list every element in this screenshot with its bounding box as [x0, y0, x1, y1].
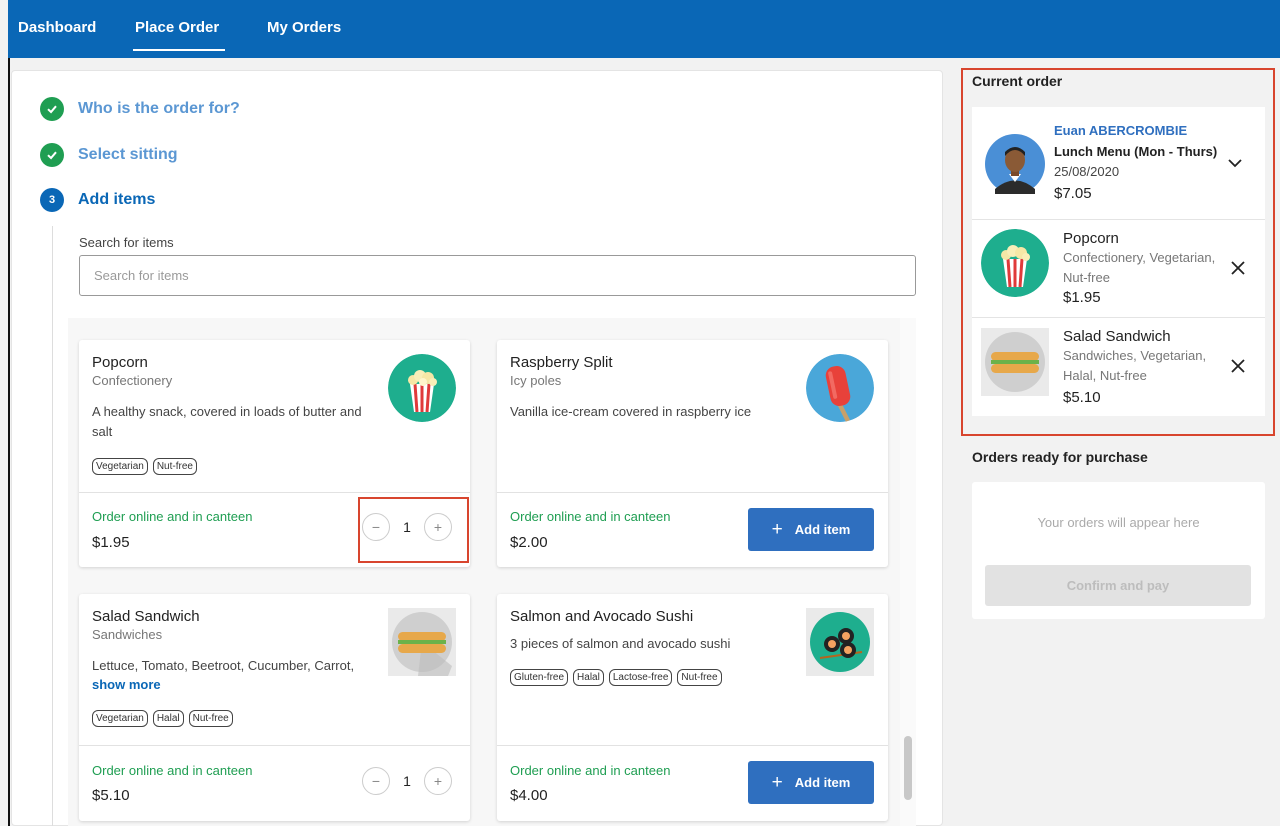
close-icon[interactable]: [1231, 359, 1245, 373]
order-item: Salad Sandwich Sandwiches, Vegetarian, H…: [972, 318, 1265, 416]
step-who[interactable]: Who is the order for?: [40, 97, 240, 121]
item-price: $1.95: [92, 534, 130, 551]
diet-tags: Vegetarian Halal Nut-free: [92, 710, 233, 727]
step-label: Who is the order for?: [78, 100, 240, 117]
chevron-down-icon[interactable]: [1227, 155, 1243, 171]
item-card-sushi: Salmon and Avocado Sushi 3 pieces of sal…: [497, 594, 888, 821]
order-item-name: Popcorn: [1063, 230, 1119, 247]
order-summary[interactable]: Euan ABERCROMBIE Lunch Menu (Mon - Thurs…: [972, 107, 1265, 220]
avatar: [985, 134, 1045, 194]
item-price: $4.00: [510, 787, 548, 804]
window-edge: [8, 58, 10, 826]
order-item: Popcorn Confectionery, Vegetarian, Nut-f…: [972, 220, 1265, 318]
add-item-button[interactable]: + Add item: [748, 761, 874, 804]
current-order-title: Current order: [972, 73, 1063, 89]
stepper-highlight: [358, 497, 469, 563]
scrollbar-thumb[interactable]: [904, 736, 912, 800]
add-item-label: Add item: [794, 522, 851, 537]
step-label: Select sitting: [78, 146, 178, 163]
item-category: Icy poles: [510, 373, 562, 388]
popcorn-icon: [388, 354, 456, 422]
item-name: Popcorn: [92, 354, 148, 371]
sandwich-icon: [388, 608, 456, 676]
tag-halal: Halal: [152, 710, 184, 727]
item-name: Salad Sandwich: [92, 608, 200, 625]
menu-name: Lunch Menu (Mon - Thurs): [1054, 144, 1218, 159]
tag-nut-free: Nut-free: [152, 458, 197, 475]
icepole-icon: [806, 354, 874, 422]
item-name: Salmon and Avocado Sushi: [510, 608, 694, 625]
search-input[interactable]: [79, 255, 916, 296]
order-item-price: $1.95: [1063, 289, 1101, 306]
sushi-icon: [806, 608, 874, 676]
nav-place-order[interactable]: Place Order: [132, 19, 226, 51]
popcorn-icon: [981, 229, 1049, 297]
step-connector: [52, 226, 53, 826]
quantity-stepper: − 1 +: [362, 767, 452, 795]
step-number: 3: [40, 188, 64, 212]
card-divider: [497, 492, 888, 493]
order-item-price: $5.10: [1063, 389, 1101, 406]
tag-vegetarian: Vegetarian: [92, 458, 148, 475]
item-description: Lettuce, Tomato, Beetroot, Cucumber, Car…: [92, 658, 355, 673]
item-card-salad-sandwich: Salad Sandwich Sandwiches Lettuce, Tomat…: [79, 594, 470, 821]
item-price: $2.00: [510, 534, 548, 551]
item-description: Vanilla ice-cream covered in raspberry i…: [510, 404, 752, 419]
order-item-categories: Confectionery, Vegetarian, Nut-free: [1063, 250, 1216, 285]
tag-halal: Halal: [573, 669, 604, 686]
order-item-categories: Sandwiches, Vegetarian, Halal, Nut-free: [1063, 348, 1207, 383]
confirm-pay-button[interactable]: Confirm and pay: [985, 565, 1251, 606]
availability-text: Order online and in canteen: [510, 763, 671, 778]
item-category: Confectionery: [92, 373, 173, 388]
top-nav: Dashboard Place Order My Orders: [8, 0, 1280, 58]
diet-tags: Vegetarian Nut-free: [92, 458, 197, 475]
decrement-button[interactable]: −: [362, 767, 390, 795]
tag-vegetarian: Vegetarian: [92, 710, 148, 727]
plus-icon: +: [771, 519, 783, 540]
show-more-link[interactable]: show more: [92, 677, 161, 692]
tag-nut-free: Nut-free: [188, 710, 233, 727]
add-item-label: Add item: [794, 775, 851, 790]
tag-nut-free: Nut-free: [677, 669, 722, 686]
order-date: 25/08/2020: [1054, 164, 1120, 179]
increment-button[interactable]: +: [424, 767, 452, 795]
close-icon[interactable]: [1231, 261, 1245, 275]
empty-state-text: Your orders will appear here: [1037, 515, 1200, 530]
tag-lactose-free: Lactose-free: [608, 669, 673, 686]
check-icon: [40, 143, 64, 167]
order-total: $7.05: [1054, 185, 1092, 202]
availability-text: Order online and in canteen: [510, 509, 671, 524]
sandwich-icon: [981, 328, 1049, 396]
availability-text: Order online and in canteen: [92, 763, 253, 778]
check-icon: [40, 97, 64, 121]
ready-title: Orders ready for purchase: [972, 449, 1148, 465]
card-divider: [497, 745, 888, 746]
item-category: Sandwiches: [92, 627, 163, 642]
ready-orders-card: Your orders will appear here Confirm and…: [972, 482, 1265, 619]
plus-icon: +: [771, 772, 783, 793]
step-label: Add items: [78, 191, 156, 208]
card-divider: [79, 492, 470, 493]
nav-dashboard[interactable]: Dashboard: [18, 19, 96, 36]
quantity-value: 1: [403, 773, 411, 789]
add-item-button[interactable]: + Add item: [748, 508, 874, 551]
item-price: $5.10: [92, 787, 130, 804]
item-description: A healthy snack, covered in loads of but…: [92, 404, 362, 439]
order-item-name: Salad Sandwich: [1063, 328, 1171, 345]
item-card-raspberry-split: Raspberry Split Icy poles Vanilla ice-cr…: [497, 340, 888, 567]
item-description: 3 pieces of salmon and avocado sushi: [510, 636, 731, 651]
step-add-items[interactable]: 3 Add items: [40, 188, 155, 212]
nav-my-orders[interactable]: My Orders: [267, 19, 341, 36]
diet-tags: Gluten-free Halal Lactose-free Nut-free: [510, 669, 722, 686]
customer-name: Euan ABERCROMBIE: [1054, 123, 1188, 138]
tag-gluten-free: Gluten-free: [510, 669, 569, 686]
availability-text: Order online and in canteen: [92, 509, 253, 524]
search-label: Search for items: [79, 235, 174, 250]
item-name: Raspberry Split: [510, 354, 613, 371]
step-sitting[interactable]: Select sitting: [40, 143, 178, 167]
card-divider: [79, 745, 470, 746]
